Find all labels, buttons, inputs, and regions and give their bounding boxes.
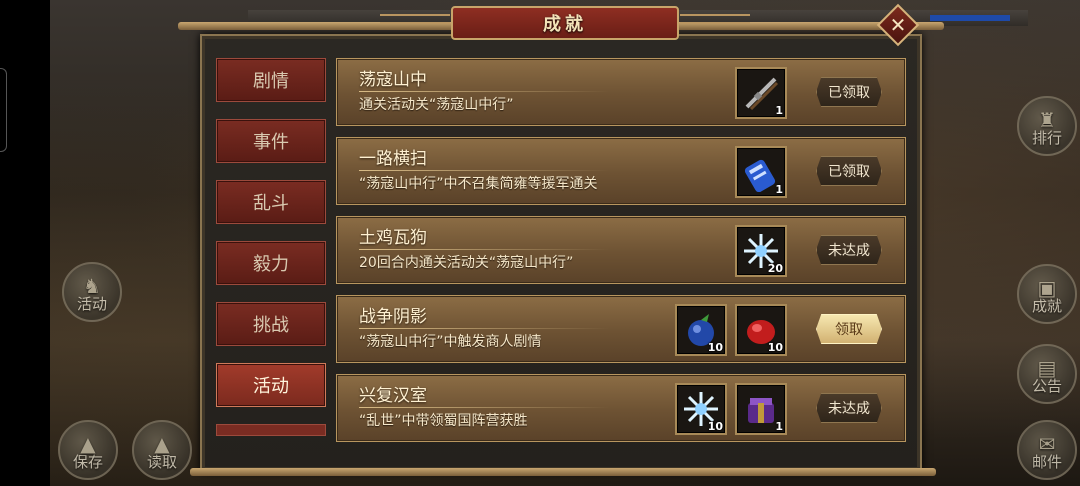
divider — [359, 249, 609, 250]
close-icon: ✕ — [889, 13, 907, 37]
achievement-desc: 通关活动关“荡寇山中行” — [359, 97, 514, 113]
category-label: 毅力 — [253, 254, 289, 275]
reward-count: 10 — [707, 420, 723, 433]
category-activity[interactable]: 活动 — [216, 363, 326, 407]
achievement-title: 荡寇山中 — [359, 70, 427, 90]
notice-icon: ▤ — [1037, 356, 1057, 380]
reward-item[interactable]: 1 — [735, 146, 787, 198]
left-edge-handle[interactable] — [0, 68, 7, 152]
category-event[interactable]: 事件 — [216, 119, 326, 163]
reward-item[interactable]: 1 — [735, 383, 787, 435]
ranking-button[interactable]: ♜ 排行 — [1017, 96, 1077, 156]
achievement-row: 兴复汉室 “乱世”中带领蜀国阵营获胜 10 1 未达成 — [336, 374, 906, 442]
category-brawl[interactable]: 乱斗 — [216, 180, 326, 224]
divider — [359, 407, 609, 408]
reward-item[interactable]: 10 — [675, 383, 727, 435]
achievement-desc: 20回合内通关活动关“荡寇山中行” — [359, 255, 574, 271]
notice-button[interactable]: ▤ 公告 — [1017, 344, 1077, 404]
left-letterbox — [0, 0, 50, 486]
category-challenge[interactable]: 挑战 — [216, 302, 326, 346]
achievement-row: 荡寇山中 通关活动关“荡寇山中行” 1 已领取 — [336, 58, 906, 126]
dialog-title: 成就 — [451, 6, 679, 40]
title-ornament-right — [680, 14, 750, 24]
reward-count: 1 — [775, 183, 783, 196]
load-icon: ▲ — [154, 432, 170, 456]
achievement-desc: “荡寇山中行”中不召集简雍等援军通关 — [359, 176, 598, 192]
achievement-icon: ▣ — [1037, 276, 1057, 300]
reward-count: 10 — [707, 341, 723, 354]
category-label: 活动 — [253, 376, 289, 397]
claimed-button[interactable]: 已领取 — [816, 77, 882, 107]
title-ornament-left — [380, 14, 450, 24]
load-button[interactable]: ▲ 读取 — [132, 420, 192, 480]
achievement-desc: “乱世”中带领蜀国阵营获胜 — [359, 413, 528, 429]
category-label: 事件 — [253, 132, 289, 153]
reward-count: 1 — [775, 420, 783, 433]
achievement-title: 战争阴影 — [359, 307, 427, 327]
category-list-overflow — [216, 424, 326, 436]
achievement-row: 土鸡瓦狗 20回合内通关活动关“荡寇山中行” 20 未达成 — [336, 216, 906, 284]
reward-count: 1 — [775, 104, 783, 117]
reward-item[interactable]: 10 — [735, 304, 787, 356]
reward-count: 20 — [767, 262, 783, 275]
category-label: 剧情 — [253, 71, 289, 92]
achievement-row: 战争阴影 “荡寇山中行”中触发商人剧情 10 10 领取 — [336, 295, 906, 363]
save-icon: ▲ — [80, 432, 96, 456]
divider — [359, 91, 609, 92]
hud-progress-bar — [930, 15, 1010, 21]
category-label: 挑战 — [253, 315, 289, 336]
claim-button[interactable]: 领取 — [816, 314, 882, 344]
achievement-desc: “荡寇山中行”中触发商人剧情 — [359, 334, 542, 350]
mail-button[interactable]: ✉ 邮件 — [1017, 420, 1077, 480]
reward-count: 10 — [767, 341, 783, 354]
achievement-title: 一路横扫 — [359, 149, 427, 169]
activity-icon: ♞ — [83, 274, 101, 298]
not-achieved-button[interactable]: 未达成 — [816, 393, 882, 423]
divider — [359, 170, 609, 171]
reward-item[interactable]: 1 — [735, 67, 787, 119]
mail-icon: ✉ — [1038, 432, 1056, 456]
reward-item[interactable]: 10 — [675, 304, 727, 356]
reward-item[interactable]: 20 — [735, 225, 787, 277]
dialog-title-text: 成就 — [543, 14, 587, 35]
activity-button[interactable]: ♞ 活动 — [62, 262, 122, 322]
achievement-title: 土鸡瓦狗 — [359, 228, 427, 248]
achievement-row: 一路横扫 “荡寇山中行”中不召集简雍等援军通关 1 已领取 — [336, 137, 906, 205]
category-story[interactable]: 剧情 — [216, 58, 326, 102]
category-label: 乱斗 — [253, 193, 289, 214]
ranking-icon: ♜ — [1038, 108, 1056, 132]
category-perseverance[interactable]: 毅力 — [216, 241, 326, 285]
not-achieved-button[interactable]: 未达成 — [816, 235, 882, 265]
claimed-button[interactable]: 已领取 — [816, 156, 882, 186]
achievement-title: 兴复汉室 — [359, 386, 427, 406]
bottom-frame-rail — [190, 468, 936, 476]
achievement-side-button[interactable]: ▣ 成就 — [1017, 264, 1077, 324]
save-button[interactable]: ▲ 保存 — [58, 420, 118, 480]
divider — [359, 328, 609, 329]
